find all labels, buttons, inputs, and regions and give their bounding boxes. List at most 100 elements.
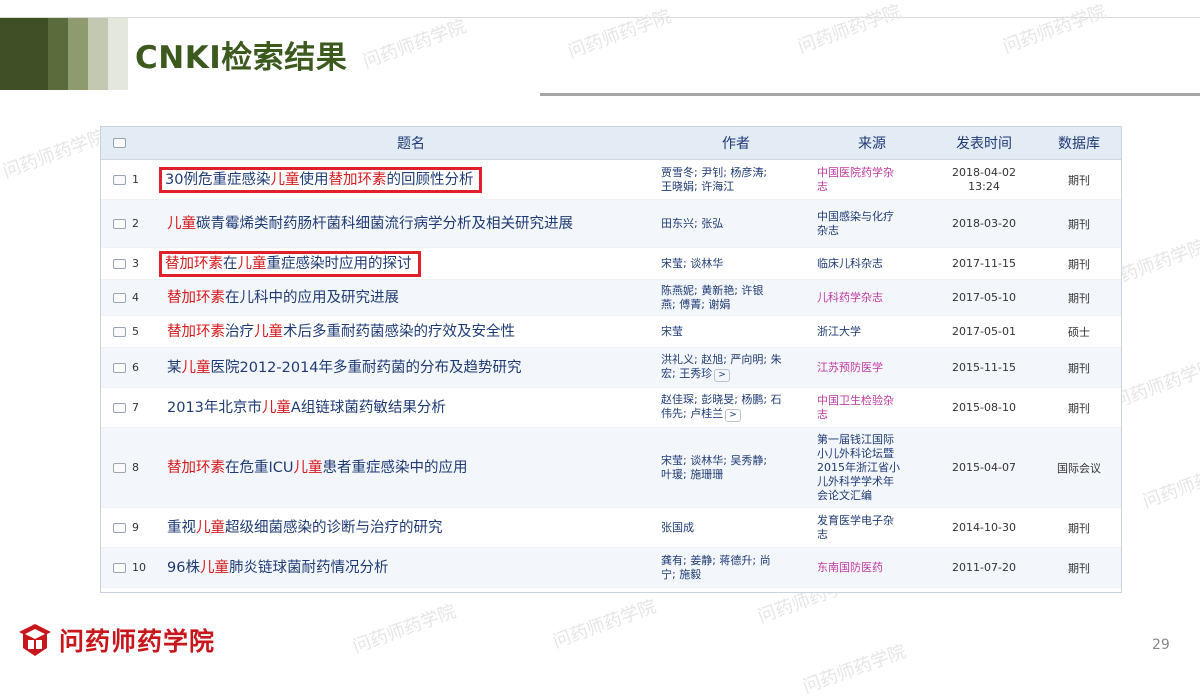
row-checkbox[interactable] [113, 174, 126, 185]
authors-cell[interactable]: 张国成 [659, 507, 813, 548]
database-type: 期刊 [1037, 247, 1121, 280]
authors-cell[interactable]: 宋莹 [659, 315, 813, 348]
publish-date: 2015-11-15 [931, 347, 1037, 388]
authors-cell[interactable]: 宋莹; 谈林华; 吴秀静; 叶瑗; 施珊珊 [659, 427, 813, 508]
column-header-author[interactable]: 作者 [659, 127, 813, 160]
source-link[interactable]: 第一届钱江国际 小儿外科论坛暨 2015年浙江省小 儿外科学学术年 会论文汇编 [813, 427, 931, 508]
table-row[interactable]: 6 某儿童医院2012-2014年多重耐药菌的分布及趋势研究 洪礼义; 赵旭; 严向… [101, 347, 1121, 388]
author-line: 龚有; 姜静; 蒋德升; 尚 [661, 553, 771, 567]
source-link[interactable]: 江苏预防医学 [813, 347, 931, 388]
title-text: 肺炎链球菌耐药情况分析 [228, 559, 389, 576]
author-line: 叶瑗; 施珊珊 [661, 467, 724, 481]
source-line: 志 [817, 179, 828, 193]
title-text: 在危重ICU [225, 459, 294, 476]
database-type: 期刊 [1037, 547, 1121, 588]
column-header-date[interactable]: 发表时间 [931, 127, 1037, 160]
table-row[interactable]: 9 重视儿童超级细菌感染的诊断与治疗的研究 张国成 发育医学电子杂志 2014-10-3… [101, 507, 1121, 548]
title-text: 使用 [299, 171, 329, 188]
title-text: 术后多重耐药菌感染的疗效及安全性 [283, 323, 515, 340]
row-checkbox[interactable] [113, 362, 126, 373]
source-link[interactable]: 儿科药学杂志 [813, 279, 931, 316]
article-title-link[interactable]: 儿童碳青霉烯类耐药肠杆菌科细菌流行病学分析及相关研究进展 [167, 216, 573, 232]
table-row[interactable]: 5 替加环素治疗儿童术后多重耐药菌感染的疗效及安全性 宋莹 浙江大学 2017-05-0… [101, 315, 1121, 348]
database-type: 期刊 [1037, 159, 1121, 200]
publish-date: 2017-05-10 [931, 279, 1037, 316]
author-line: 宋莹; 谈林华 [661, 256, 724, 270]
article-title-link[interactable]: 某儿童医院2012-2014年多重耐药菌的分布及趋势研究 [167, 360, 522, 376]
authors-cell[interactable]: 宋莹; 谈林华 [659, 247, 813, 280]
author-line: 贾雪冬; 尹钊; 杨彦涛; [661, 165, 768, 179]
database-type: 期刊 [1037, 199, 1121, 248]
keyword-highlight: 儿童 [167, 215, 196, 232]
title-text: 治疗 [225, 323, 254, 340]
source-line: 江苏预防医学 [817, 360, 883, 374]
header-color-bars [0, 18, 128, 90]
table-row[interactable]: 1 30例危重症感染儿童使用替加环素的回顾性分析 贾雪冬; 尹钊; 杨彦涛; 王晓娟;… [101, 159, 1121, 200]
source-link[interactable]: 浙江大学 [813, 315, 931, 348]
table-row[interactable]: 7 2013年北京市儿童A组链球菌药敏结果分析 赵佳琛; 彭晓旻; 杨鹏; 石伟先;… [101, 387, 1121, 428]
source-link[interactable]: 发育医学电子杂志 [813, 507, 931, 548]
source-link[interactable]: 中国卫生检验杂志 [813, 387, 931, 428]
article-title-link[interactable]: 30例危重症感染儿童使用替加环素的回顾性分析 [159, 166, 483, 193]
authors-cell[interactable]: 赵佳琛; 彭晓旻; 杨鹏; 石伟先; 卢桂兰 > [659, 387, 813, 428]
watermark: 问药师药学院 [550, 596, 659, 653]
row-number: 4 [132, 291, 139, 305]
row-checkbox[interactable] [113, 562, 126, 573]
publish-date: 2017-11-15 [931, 247, 1037, 280]
article-title-link[interactable]: 重视儿童超级细菌感染的诊断与治疗的研究 [167, 520, 443, 536]
select-all-checkbox[interactable] [113, 138, 126, 148]
keyword-highlight: 儿童 [237, 255, 267, 272]
publish-date: 2018-03-20 [931, 199, 1037, 248]
source-line: 杂志 [817, 223, 839, 237]
article-title-link[interactable]: 2013年北京市儿童A组链球菌药敏结果分析 [167, 400, 446, 416]
row-checkbox[interactable] [113, 292, 126, 303]
table-row[interactable]: 4 替加环素在儿科中的应用及研究进展 陈燕妮; 黄新艳; 许银 燕; 傅菁; 谢娟 儿科… [101, 279, 1121, 316]
row-checkbox[interactable] [113, 402, 126, 413]
row-checkbox[interactable] [113, 258, 126, 269]
keyword-highlight: 替加环素 [167, 459, 225, 476]
article-title-link[interactable]: 替加环素治疗儿童术后多重耐药菌感染的疗效及安全性 [167, 324, 515, 340]
article-title-link[interactable]: 96株儿童肺炎链球菌耐药情况分析 [167, 560, 388, 576]
table-row[interactable]: 3 替加环素在儿童重症感染时应用的探讨 宋莹; 谈林华 临床儿科杂志 2017-11-1… [101, 247, 1121, 280]
source-link[interactable]: 临床儿科杂志 [813, 247, 931, 280]
authors-cell[interactable]: 龚有; 姜静; 蒋德升; 尚宁; 施毅 [659, 547, 813, 588]
row-checkbox[interactable] [113, 218, 126, 229]
authors-cell[interactable]: 贾雪冬; 尹钊; 杨彦涛; 王晓娟; 许海江 [659, 159, 813, 200]
source-link[interactable]: 东南国防医药 [813, 547, 931, 588]
authors-cell[interactable]: 田东兴; 张弘 [659, 199, 813, 248]
keyword-highlight: 儿童 [261, 399, 291, 416]
author-line: 宏; 王秀珍 [661, 367, 713, 380]
source-line: 发育医学电子杂 [817, 513, 894, 527]
row-number: 9 [132, 521, 139, 535]
column-header-title[interactable]: 题名 [163, 127, 659, 160]
table-row[interactable]: 10 96株儿童肺炎链球菌耐药情况分析 龚有; 姜静; 蒋德升; 尚宁; 施毅 东南国… [101, 547, 1121, 588]
article-title-link[interactable]: 替加环素在危重ICU儿童患者重症感染中的应用 [167, 460, 468, 476]
database-type: 期刊 [1037, 387, 1121, 428]
title-text: 2013年北京市 [167, 399, 262, 416]
row-checkbox[interactable] [113, 326, 126, 337]
row-checkbox[interactable] [113, 522, 126, 533]
row-checkbox[interactable] [113, 462, 126, 473]
keyword-highlight: 儿童 [196, 519, 225, 536]
table-row[interactable]: 2 儿童碳青霉烯类耐药肠杆菌科细菌流行病学分析及相关研究进展 田东兴; 张弘 中国感染… [101, 199, 1121, 248]
article-title-link[interactable]: 替加环素在儿科中的应用及研究进展 [167, 290, 399, 306]
column-header-source[interactable]: 来源 [813, 127, 931, 160]
authors-cell[interactable]: 陈燕妮; 黄新艳; 许银 燕; 傅菁; 谢娟 [659, 279, 813, 316]
date-line: 2017-05-01 [952, 324, 1016, 338]
expand-authors-button[interactable]: > [714, 369, 730, 382]
author-line: 王晓娟; 许海江 [661, 179, 735, 193]
article-title-link[interactable]: 替加环素在儿童重症感染时应用的探讨 [159, 250, 421, 277]
source-link[interactable]: 中国医院药学杂志 [813, 159, 931, 200]
database-type: 期刊 [1037, 279, 1121, 316]
source-link[interactable]: 中国感染与化疗 杂志 [813, 199, 931, 248]
date-line: 2018-04-02 [952, 165, 1016, 179]
expand-authors-button[interactable]: > [725, 409, 741, 422]
source-line: 东南国防医药 [817, 560, 883, 574]
cnki-results-panel: 题名 作者 来源 发表时间 数据库 1 30例危重症感染儿童使用替加环素的回顾性分… [100, 126, 1122, 593]
keyword-highlight: 替加环素 [167, 289, 225, 306]
authors-cell[interactable]: 洪礼义; 赵旭; 严向明; 朱宏; 王秀珍 > [659, 347, 813, 388]
column-header-database[interactable]: 数据库 [1037, 127, 1121, 160]
table-row[interactable]: 8 替加环素在危重ICU儿童患者重症感染中的应用 宋莹; 谈林华; 吴秀静; 叶瑗; … [101, 427, 1121, 508]
title-text: 96株 [167, 559, 200, 576]
date-line: 2011-07-20 [952, 560, 1016, 574]
